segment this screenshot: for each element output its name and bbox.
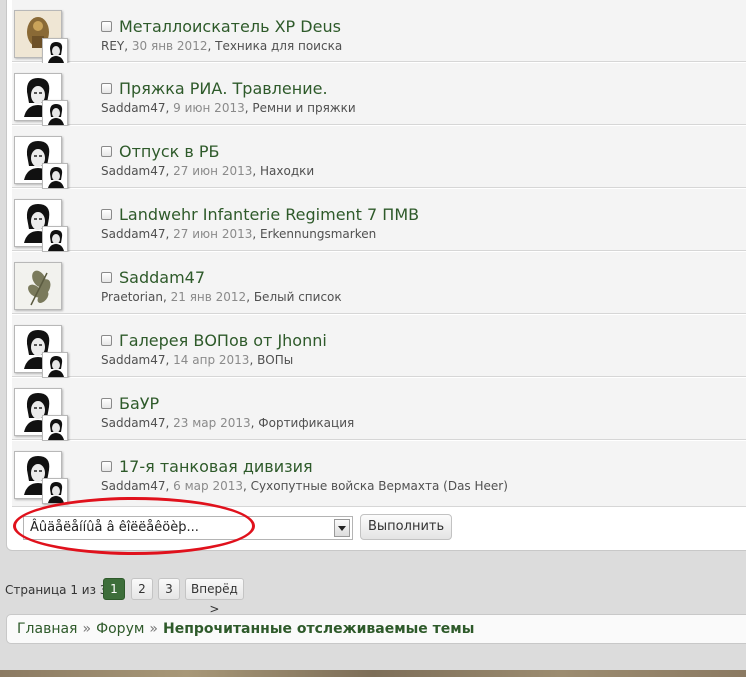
thread-title[interactable]: Landwehr Infanterie Regiment 7 ПМВ xyxy=(119,205,419,224)
thread-author[interactable]: Praetorian xyxy=(101,290,163,304)
thread-forum[interactable]: Сухопутные войска Вермахта (Das Heer) xyxy=(251,479,508,493)
thread-row: БаУР Saddam47, 23 мар 2013, Фортификация xyxy=(12,378,746,441)
thread-title[interactable]: Saddam47 xyxy=(119,268,205,287)
footer-background-strip xyxy=(0,670,746,677)
thread-date: 14 апр 2013 xyxy=(173,353,250,367)
thread-forum[interactable]: Ремни и пряжки xyxy=(252,101,355,115)
thread-date: 9 июн 2013 xyxy=(173,101,245,115)
thread-checkbox[interactable] xyxy=(101,146,112,157)
thread-checkbox[interactable] xyxy=(101,209,112,220)
thread-forum[interactable]: Erkennungsmarken xyxy=(260,227,376,241)
thread-date: 30 янв 2012 xyxy=(131,39,208,53)
portrait-icon[interactable] xyxy=(42,100,68,126)
thread-meta: Saddam47, 27 июн 2013, Erkennungsmarken xyxy=(101,227,376,241)
thread-title[interactable]: Пряжка РИА. Травление. xyxy=(119,79,328,98)
thread-author[interactable]: Saddam47 xyxy=(101,353,166,367)
portrait-icon[interactable] xyxy=(42,478,68,504)
thread-forum[interactable]: Техника для поиска xyxy=(215,39,342,53)
thread-meta: Saddam47, 6 мар 2013, Сухопутные войска … xyxy=(101,479,508,493)
meta-sep: , xyxy=(249,353,258,367)
breadcrumb: Главная» Форум» Непрочитанные отслеживаемы… xyxy=(6,614,746,644)
thread-author[interactable]: Saddam47 xyxy=(101,101,166,115)
execute-button[interactable]: Выполнить xyxy=(360,514,453,540)
thread-forum[interactable]: ВОПы xyxy=(257,353,293,367)
meta-sep: , xyxy=(124,39,132,53)
chevron-down-icon[interactable] xyxy=(334,519,350,537)
breadcrumb-separator: » xyxy=(149,621,158,637)
thread-author[interactable]: Saddam47 xyxy=(101,227,166,241)
meta-sep: , xyxy=(246,290,254,304)
thread-meta: REY, 30 янв 2012, Техника для поиска xyxy=(101,39,342,53)
thread-meta: Saddam47, 9 июн 2013, Ремни и пряжки xyxy=(101,101,356,115)
page-count-label: Страница 1 из 3 xyxy=(5,583,108,597)
thread-row: Saddam47 Praetorian, 21 янв 2012, Белый … xyxy=(12,252,746,314)
meta-sep: , xyxy=(243,479,251,493)
thread-checkbox[interactable] xyxy=(101,335,112,346)
thread-row: Landwehr Infanterie Regiment 7 ПМВ Sadda… xyxy=(12,189,746,252)
thread-date: 27 июн 2013 xyxy=(173,164,253,178)
thread-row: Отпуск в РБ Saddam47, 27 июн 2013, Наход… xyxy=(12,126,746,189)
thread-title[interactable]: Галерея ВОПов от Jhonni xyxy=(119,331,327,350)
thread-meta: Saddam47, 27 июн 2013, Находки xyxy=(101,164,314,178)
thread-checkbox[interactable] xyxy=(101,461,112,472)
page-button-2[interactable]: 2 xyxy=(131,578,153,600)
red-highlight-ellipse xyxy=(13,497,255,555)
portrait-icon[interactable] xyxy=(42,163,68,189)
thread-date: 23 мар 2013 xyxy=(173,416,251,430)
meta-sep: , xyxy=(162,290,171,304)
thread-author[interactable]: Saddam47 xyxy=(101,416,166,430)
portrait-icon[interactable] xyxy=(42,415,68,441)
thread-checkbox[interactable] xyxy=(101,398,112,409)
thread-title[interactable]: 17-я танковая дивизия xyxy=(119,457,313,476)
breadcrumb-forum[interactable]: Форум xyxy=(96,621,144,637)
next-page-button[interactable]: Вперёд > xyxy=(185,578,244,616)
meta-sep: , xyxy=(252,164,260,178)
portrait-icon[interactable] xyxy=(42,38,68,64)
thread-checkbox[interactable] xyxy=(101,21,112,32)
breadcrumb-current: Непрочитанные отслеживаемые темы xyxy=(163,621,475,637)
breadcrumb-separator: » xyxy=(82,621,92,637)
thread-checkbox[interactable] xyxy=(101,83,112,94)
thread-row: Пряжка РИА. Травление. Saddam47, 9 июн 2… xyxy=(12,63,746,126)
thread-meta: Saddam47, 14 апр 2013, ВОПы xyxy=(101,353,293,367)
thread-title[interactable]: Металлоискатель XP Deus xyxy=(119,17,341,36)
thread-date: 27 июн 2013 xyxy=(173,227,253,241)
thread-date: 21 янв 2012 xyxy=(170,290,247,304)
thread-row: Металлоискатель XP Deus REY, 30 янв 2012… xyxy=(12,0,746,64)
oak-leaf-icon[interactable] xyxy=(14,262,62,310)
thread-title[interactable]: Отпуск в РБ xyxy=(119,142,220,161)
thread-date: 6 мар 2013 xyxy=(173,479,243,493)
page-button-3[interactable]: 3 xyxy=(158,578,180,600)
thread-meta: Saddam47, 23 мар 2013, Фортификация xyxy=(101,416,354,430)
page-button-1[interactable]: 1 xyxy=(103,578,125,600)
thread-author[interactable]: REY xyxy=(101,39,124,53)
meta-sep: , xyxy=(207,39,216,53)
thread-row: Галерея ВОПов от Jhonni Saddam47, 14 апр… xyxy=(12,315,746,378)
thread-title[interactable]: БаУР xyxy=(119,394,159,413)
thread-forum[interactable]: Белый список xyxy=(254,290,342,304)
thread-forum[interactable]: Находки xyxy=(260,164,314,178)
thread-checkbox[interactable] xyxy=(101,272,112,283)
portrait-icon[interactable] xyxy=(42,352,68,378)
meta-sep: , xyxy=(252,227,260,241)
breadcrumb-home[interactable]: Главная xyxy=(17,621,77,637)
thread-forum[interactable]: Фортификация xyxy=(258,416,354,430)
thread-author[interactable]: Saddam47 xyxy=(101,164,166,178)
thread-meta: Praetorian, 21 янв 2012, Белый список xyxy=(101,290,342,304)
thread-author[interactable]: Saddam47 xyxy=(101,479,166,493)
portrait-icon[interactable] xyxy=(42,226,68,252)
